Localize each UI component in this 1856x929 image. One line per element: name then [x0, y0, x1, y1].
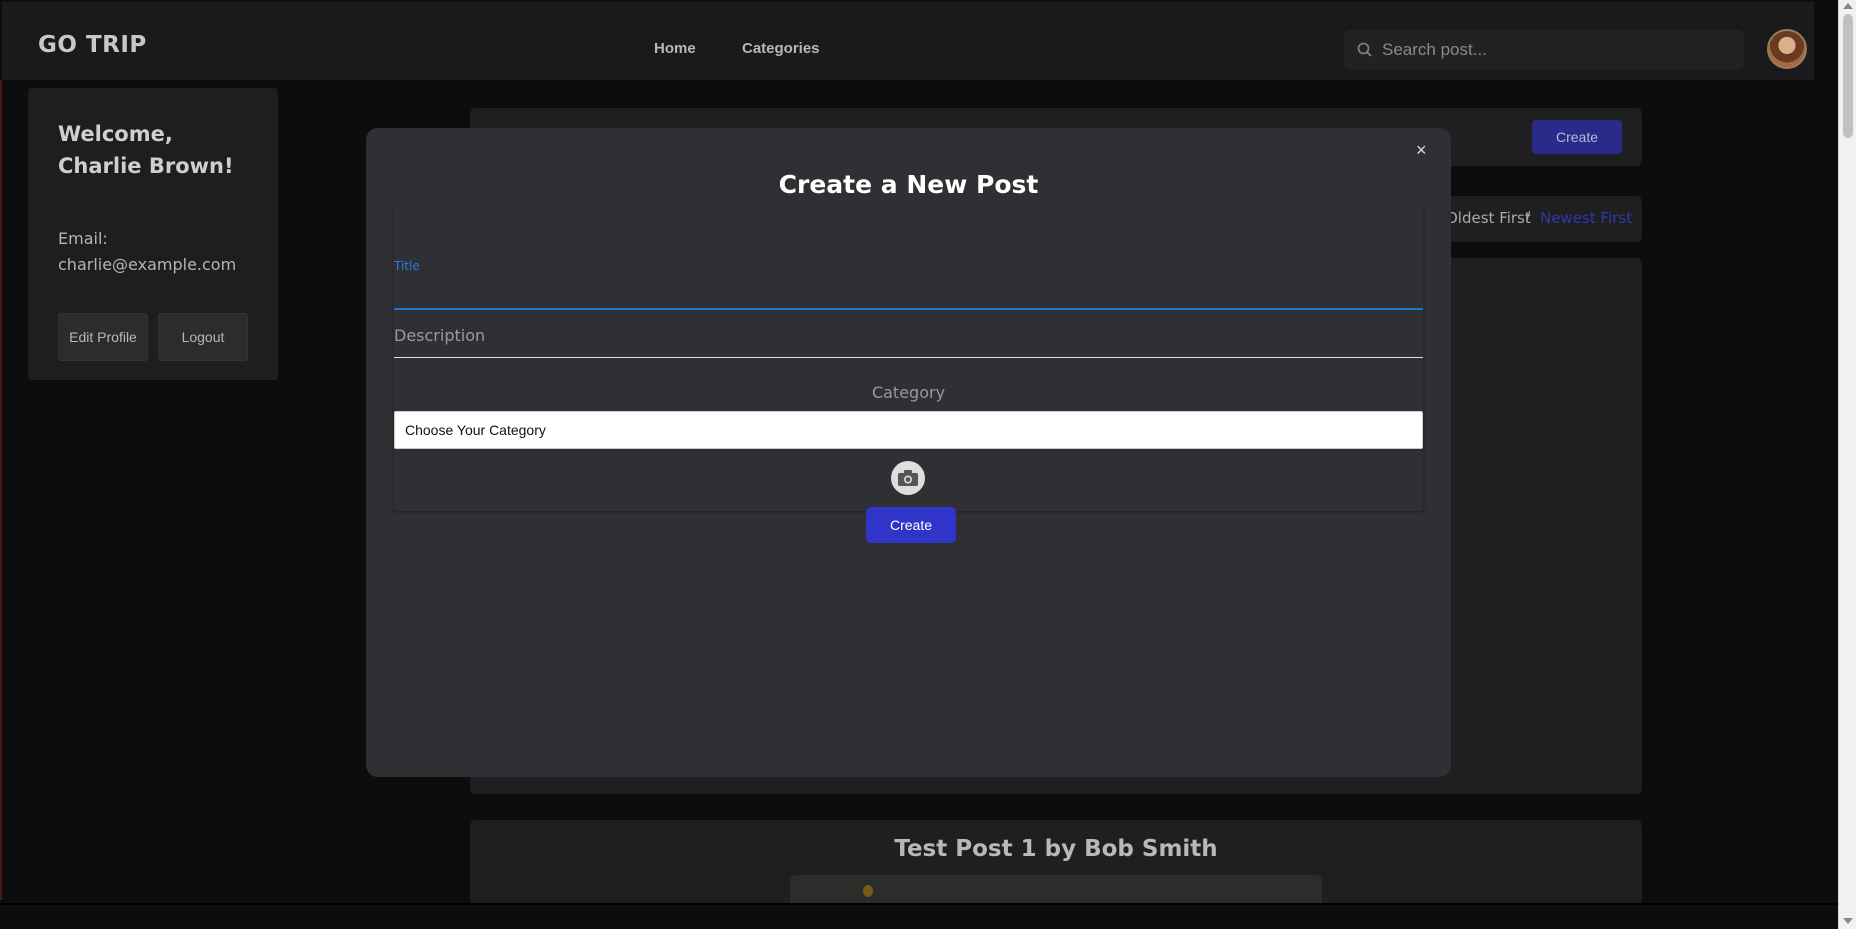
scroll-down-arrow-icon[interactable] [1843, 918, 1853, 924]
sort-newest-link[interactable]: Newest First [1540, 209, 1632, 227]
brand-logo[interactable]: GO TRIP [38, 32, 147, 58]
navbar: GO TRIP Home Categories [2, 2, 1814, 80]
left-edge [0, 80, 2, 900]
bottom-bar [0, 903, 1838, 929]
open-create-button[interactable]: Create [1532, 120, 1622, 154]
form-fields: Title Category Choose Your Category Crea… [394, 128, 1423, 543]
welcome-heading: Welcome, Charlie Brown! [58, 122, 234, 178]
sort-oldest-link[interactable]: Oldest First [1446, 209, 1531, 227]
email-label: Email: [58, 229, 108, 248]
scrollbar-thumb[interactable] [1843, 14, 1853, 138]
nav-link-categories[interactable]: Categories [742, 40, 820, 57]
profile-card: Welcome, Charlie Brown! Email: charlie@e… [28, 88, 278, 380]
page-scrollbar[interactable] [1838, 0, 1856, 929]
post-title[interactable]: Test Post 1 by Bob Smith [470, 836, 1642, 862]
search-input[interactable] [1382, 30, 1732, 70]
camera-icon[interactable] [891, 461, 925, 495]
balloon-icon [863, 885, 873, 897]
category-selected-value: Choose Your Category [405, 422, 546, 438]
logout-button[interactable]: Logout [158, 313, 248, 361]
category-select[interactable]: Choose Your Category [394, 411, 1423, 449]
user-avatar[interactable] [1767, 29, 1807, 69]
category-label: Category [871, 383, 946, 402]
create-post-modal: × Create a New Post Title Category Choos… [366, 128, 1451, 777]
search-box [1344, 30, 1744, 70]
camera-glyph-icon [898, 470, 918, 486]
create-post-button[interactable]: Create [866, 507, 956, 543]
email-value: charlie@example.com [58, 255, 237, 274]
form-lower: Category Choose Your Category Create [394, 203, 1423, 543]
scroll-up-arrow-icon[interactable] [1843, 3, 1853, 9]
edit-profile-button[interactable]: Edit Profile [58, 313, 148, 361]
email-info: Email: charlie@example.com [58, 226, 258, 278]
post-form: Title Category Choose Your Category Crea… [394, 203, 1423, 543]
search-icon [1357, 42, 1372, 57]
nav-link-home[interactable]: Home [654, 40, 696, 57]
sort-separator: / [1526, 209, 1531, 226]
